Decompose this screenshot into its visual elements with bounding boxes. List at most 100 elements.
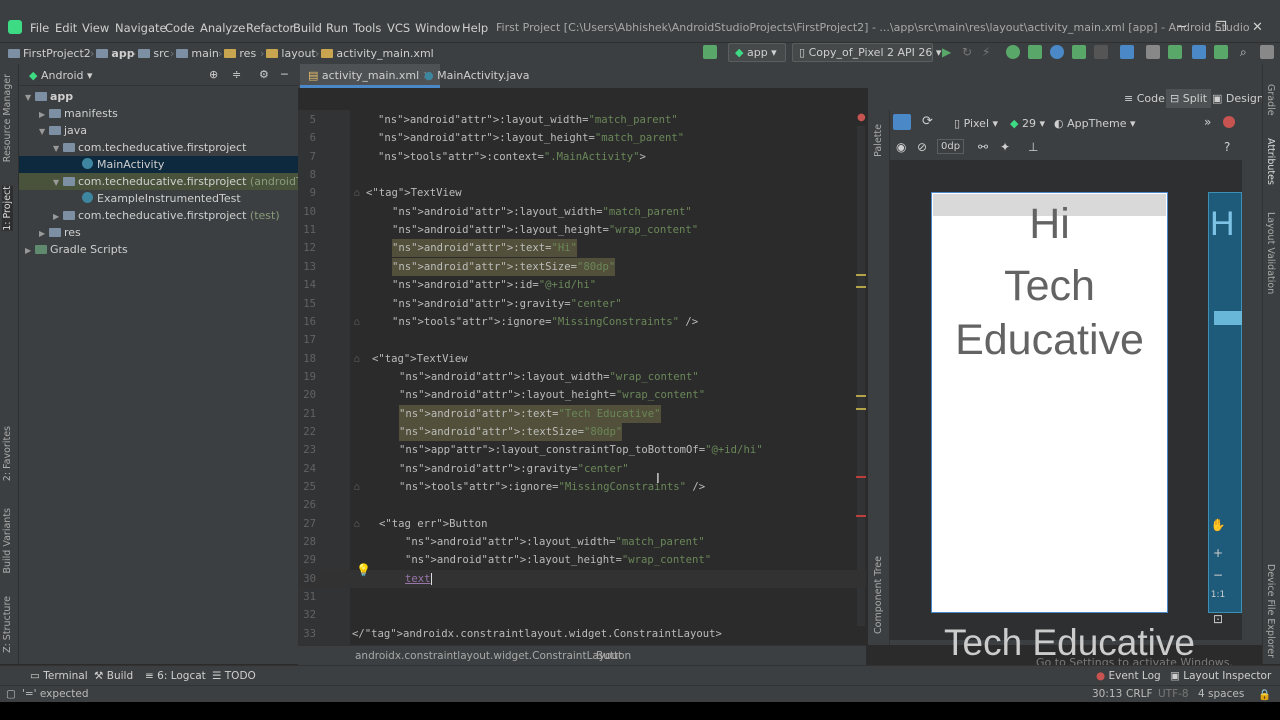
menu-help[interactable]: Help [462, 21, 488, 35]
zoom-to-fit-icon[interactable]: ⊡ [1210, 612, 1226, 626]
code-line[interactable]: 21 "ns">android"attr">:text="Tech Educati… [298, 404, 866, 423]
pan-icon[interactable]: ✋ [1210, 518, 1226, 532]
layout-validation-tab[interactable]: Layout Validation [1265, 212, 1276, 294]
code-line[interactable]: 28 "ns">android"attr">:layout_width="matc… [298, 533, 866, 551]
gradle-tab[interactable]: Gradle [1265, 84, 1276, 116]
code-line[interactable]: 9 <"tag">TextView ⌂ [298, 184, 866, 202]
hide-panel-icon[interactable]: ─ [281, 68, 288, 81]
preview-textview-educative[interactable]: Educative [931, 316, 1168, 364]
resource-manager-tab[interactable]: Resource Manager [2, 74, 13, 162]
fold-marker-icon[interactable]: ⌂ [342, 313, 360, 331]
breadcrumb-src[interactable]: › src [130, 47, 169, 60]
breadcrumb-res[interactable]: › res [216, 47, 256, 60]
device-select[interactable]: ▯ Copy_of_Pixel 2 API 26 ▾ [792, 43, 941, 62]
stop-icon[interactable] [1094, 45, 1108, 59]
code-line[interactable]: 29 "ns">android"attr">:layout_height="wra… [298, 551, 866, 569]
code-line[interactable]: 23 "ns">app"attr">:layout_constraintTop_t… [298, 441, 866, 459]
zoom-out-icon[interactable]: − [1210, 568, 1226, 582]
tree-item-gradle-scripts[interactable]: ▶ Gradle Scripts [19, 241, 298, 258]
code-line[interactable]: 22 "ns">android"attr">:textSize="80dp" [298, 422, 866, 441]
code-line[interactable]: 13 "ns">android"attr">:textSize="80dp" [298, 257, 866, 276]
clear-constraints-icon[interactable]: ⚯ [978, 140, 988, 154]
menu-build[interactable]: Build [293, 21, 322, 35]
menu-code[interactable]: Code [165, 21, 194, 35]
component-tree-tab[interactable]: Component Tree [873, 556, 884, 634]
maximize-icon[interactable]: ❐ [1215, 20, 1227, 35]
todo-tab[interactable]: ☰ TODO [212, 670, 256, 682]
menu-run[interactable]: Run [326, 21, 348, 35]
caret-position[interactable]: 30:13 [1092, 688, 1122, 700]
code-line[interactable]: 5 "ns">android"attr">:layout_width="match… [298, 111, 866, 129]
fold-marker-icon[interactable]: ⌂ [342, 184, 360, 202]
zoom-in-icon[interactable]: + [1210, 546, 1226, 560]
project-view-select[interactable]: ◆ Android ▾ [29, 69, 93, 82]
code-line[interactable]: 15 "ns">android"attr">:gravity="center" [298, 295, 866, 313]
preview-textview-tech[interactable]: Tech [931, 262, 1168, 310]
file-encoding[interactable]: UTF-8 [1158, 688, 1189, 700]
search-icon[interactable]: ⌕ [1240, 45, 1254, 59]
code-line[interactable]: 19 "ns">android"attr">:layout_width="wrap… [298, 368, 866, 386]
zoom-actual-size[interactable]: 1:1 [1210, 590, 1226, 600]
tree-item-manifests[interactable]: ▶ manifests [19, 105, 298, 122]
locate-icon[interactable]: ⊕ [209, 68, 218, 81]
settings-icon[interactable] [1260, 45, 1274, 59]
code-line[interactable]: 6 "ns">android"attr">:layout_height="matc… [298, 129, 866, 147]
structure-tab[interactable]: Z: Structure [2, 596, 13, 653]
breadcrumb-file[interactable]: › activity_main.xml [313, 47, 434, 60]
code-line[interactable]: 31 [298, 588, 866, 606]
code-line[interactable]: 7 "ns">tools"attr">:context=".MainActivit… [298, 148, 866, 166]
tree-item-res[interactable]: ▶ res [19, 224, 298, 241]
rerun-icon[interactable]: ↻ [962, 45, 976, 59]
collapse-all-icon[interactable]: ≑ [232, 68, 241, 81]
tab-mainactivity-java[interactable]: ● MainActivity.java [416, 64, 537, 88]
gear-icon[interactable]: ⚙ [259, 68, 269, 81]
code-line[interactable]: 14 "ns">android"attr">:id="@+id/hi" [298, 276, 866, 294]
code-line[interactable]: 16 "ns">tools"attr">:ignore="MissingConst… [298, 313, 866, 331]
menu-edit[interactable]: Edit [55, 21, 77, 35]
line-separator[interactable]: CRLF [1126, 688, 1153, 700]
attributes-tab[interactable]: Attributes [1265, 138, 1276, 185]
theme-select[interactable]: ◐ AppTheme ▾ [1054, 117, 1136, 130]
code-line[interactable]: 18 <"tag">TextView ⌂ [298, 350, 866, 368]
tree-item-java[interactable]: ▼ java [19, 122, 298, 139]
menu-navigate[interactable]: Navigate [115, 21, 167, 35]
issues-icon[interactable] [1223, 116, 1235, 128]
code-line[interactable]: 26 [298, 496, 866, 514]
device-file-explorer-tab[interactable]: Device File Explorer [1265, 564, 1276, 658]
menu-view[interactable]: View [82, 21, 109, 35]
debug-icon[interactable] [1006, 45, 1020, 59]
preview-device-select[interactable]: ▯ Pixel ▾ [954, 117, 998, 130]
avd-manager-icon[interactable] [1146, 45, 1160, 59]
menu-window[interactable]: Window [415, 21, 460, 35]
editor-breadcrumb-button[interactable]: Button [596, 650, 631, 662]
tree-item-exampletest[interactable]: ExampleInstrumentedTest [19, 190, 298, 207]
tree-item-package-androidtest[interactable]: ▼ com.techeducative.firstproject (android… [19, 173, 322, 190]
run-icon[interactable]: ▶ [942, 45, 956, 59]
magnet-icon[interactable]: ⊘ [917, 140, 927, 154]
tree-item-app[interactable]: ▼ app [19, 88, 298, 105]
build-variants-tab[interactable]: Build Variants [2, 508, 13, 574]
favorites-tab[interactable]: 2: Favorites [2, 426, 13, 481]
lightbulb-icon[interactable]: 💡 [356, 563, 371, 577]
layout-inspector-tab[interactable]: ▣ Layout Inspector [1170, 670, 1271, 682]
menu-refactor[interactable]: Refactor [246, 21, 294, 35]
layers-icon[interactable] [893, 114, 911, 130]
guidelines-icon[interactable]: ⊥ [1028, 140, 1038, 154]
profile-icon[interactable] [1050, 45, 1064, 59]
tree-item-mainactivity[interactable]: MainActivity [19, 156, 298, 173]
attach-debugger-icon[interactable] [1072, 45, 1086, 59]
code-line[interactable]: 30 text [298, 569, 866, 588]
code-line[interactable]: 11 "ns">android"attr">:layout_height="wra… [298, 221, 866, 239]
fold-marker-icon[interactable]: ⌂ [342, 515, 360, 533]
coverage-icon[interactable] [1028, 45, 1042, 59]
tree-item-package-test[interactable]: ▶ com.techeducative.firstproject (test) [19, 207, 298, 224]
code-line[interactable]: 20 "ns">android"attr">:layout_height="wra… [298, 386, 866, 404]
build-tab[interactable]: ⚒ Build [94, 670, 133, 682]
breadcrumb-app[interactable]: › app [88, 47, 135, 60]
breadcrumb-main[interactable]: › main [168, 47, 219, 60]
hammer-icon[interactable] [703, 45, 717, 59]
eye-icon[interactable]: ◉ [896, 140, 906, 154]
code-line[interactable]: 8 [298, 166, 866, 184]
palette-tab[interactable]: Palette [873, 124, 884, 157]
view-mode-code[interactable]: ≡ Code [1124, 92, 1165, 105]
